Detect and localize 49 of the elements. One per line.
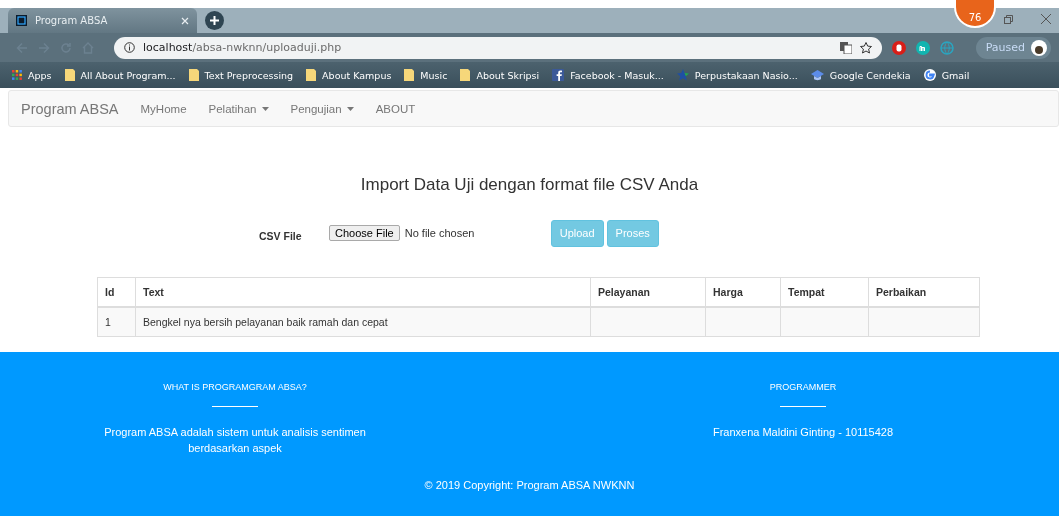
close-icon[interactable] xyxy=(1041,14,1051,24)
footer-heading: PROGRAMMER xyxy=(769,382,837,392)
bookmark-item[interactable]: Facebook - Masuk... xyxy=(552,69,664,81)
bookmark-item[interactable]: Text Preprocessing xyxy=(188,69,294,81)
bookmark-item[interactable]: All About Program... xyxy=(64,69,176,81)
bookmark-item[interactable]: Gmail xyxy=(923,69,970,81)
address-bar[interactable]: localhost/absa-nwknn/uploaduji.php xyxy=(114,36,882,59)
file-status-text: No file chosen xyxy=(404,227,476,239)
brand-link[interactable]: Program ABSA xyxy=(21,100,119,117)
facebook-icon xyxy=(552,69,565,81)
letter-m-circle-icon[interactable] xyxy=(916,40,930,55)
graduation-cap-icon xyxy=(810,69,824,81)
translate-icon[interactable] xyxy=(840,41,852,54)
footer-heading: WHAT IS PROGRAMGRAM ABSA? xyxy=(163,382,307,392)
bookmark-star-icon[interactable] xyxy=(860,41,872,54)
nav-link[interactable]: MyHome xyxy=(140,102,187,115)
choose-file-button[interactable]: Choose File xyxy=(329,225,400,241)
page-heading: Import Data Uji dengan format file CSV Anda xyxy=(359,174,700,196)
copyright-text: © 2019 Copyright: Program ABSA NWKNN xyxy=(423,479,636,491)
notification-badge: 76 xyxy=(954,0,996,28)
folder-icon xyxy=(188,69,199,81)
nav-link[interactable]: Pengujian xyxy=(290,102,354,115)
folder-icon xyxy=(460,69,471,81)
table-cell: 1 xyxy=(97,307,136,337)
bookmark-item[interactable]: Apps xyxy=(12,69,52,81)
info-icon xyxy=(124,42,135,53)
google-icon xyxy=(923,69,936,81)
bookmark-item[interactable]: Music xyxy=(404,69,448,81)
restore-window-icon[interactable] xyxy=(1004,14,1013,24)
apps-grid-icon xyxy=(12,70,22,80)
table-cell: Bengkel nya bersih pelayanan baik ramah dan cepat xyxy=(135,307,591,337)
folder-icon xyxy=(306,69,317,81)
nav-link[interactable]: ABOUT xyxy=(375,102,416,115)
app-logo-icon xyxy=(16,15,27,26)
avatar-icon xyxy=(1031,39,1047,56)
nav-link[interactable]: Pelatihan xyxy=(208,102,269,115)
field-label: CSV File xyxy=(259,230,303,242)
star-icon xyxy=(676,69,689,81)
footer-text: Program ABSA adalah sistem untuk analisis sentimen berdasarkan aspek xyxy=(103,425,367,456)
url-text: localhost/absa-nwknn/uploaduji.php xyxy=(143,41,343,54)
bookmark-item[interactable]: About Skripsi xyxy=(460,69,540,81)
bookmark-item[interactable]: Google Cendekia xyxy=(810,69,911,81)
footer-text: Franxena Maldini Ginting - 10115428 xyxy=(711,425,895,440)
bookmark-item[interactable]: About Kampus xyxy=(306,69,392,81)
globe-icon[interactable] xyxy=(940,40,954,55)
folder-icon xyxy=(404,69,415,81)
folder-icon xyxy=(64,69,75,81)
new-tab-plus-icon[interactable] xyxy=(205,11,224,30)
bookmark-item[interactable]: Perpustakaan Nasio... xyxy=(676,69,798,81)
